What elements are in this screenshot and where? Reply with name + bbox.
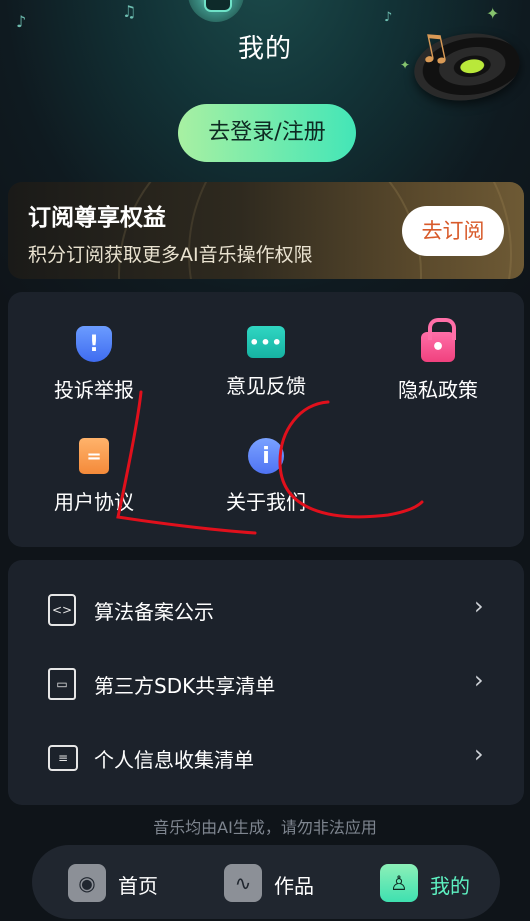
subscription-banner: 订阅尊享权益 积分订阅获取更多AI音乐操作权限 去订阅 bbox=[8, 182, 524, 279]
user-icon: ♙ bbox=[380, 864, 418, 902]
subscription-description: 积分订阅获取更多AI音乐操作权限 bbox=[28, 244, 313, 266]
subscription-title: 订阅尊享权益 bbox=[28, 205, 166, 231]
code-document-icon: <> bbox=[48, 594, 76, 626]
list-item-label: 第三方SDK共享清单 bbox=[94, 674, 276, 698]
grid-item-feedback[interactable]: ••• 意见反馈 bbox=[196, 326, 336, 399]
shield-alert-icon: ! bbox=[76, 326, 112, 362]
grid-item-label: 隐私政策 bbox=[398, 378, 478, 402]
page-title: 我的 bbox=[237, 34, 292, 64]
list-item-personal-info[interactable]: ≡ 个人信息收集清单 › bbox=[8, 722, 524, 795]
document-icon: = bbox=[79, 438, 109, 474]
list-item-label: 个人信息收集清单 bbox=[94, 748, 254, 772]
grid-item-about-us[interactable]: i 关于我们 bbox=[196, 438, 336, 515]
waveform-icon: ∿ bbox=[224, 864, 262, 902]
bottom-tab-bar: ◉ 首页 ∿ 作品 ♙ 我的 bbox=[32, 845, 500, 919]
grid-item-label: 意见反馈 bbox=[226, 374, 306, 398]
service-grid: ! 投诉举报 ••• 意见反馈 • 隐私政策 = 用户协议 i 关于我们 bbox=[8, 292, 524, 547]
sparkle-icon: ✦ bbox=[486, 4, 500, 23]
chat-bubble-icon: ••• bbox=[247, 326, 285, 358]
inbox-tray-icon: ▭ bbox=[48, 668, 76, 700]
grid-item-label: 关于我们 bbox=[226, 490, 306, 514]
info-icon: i bbox=[248, 438, 284, 474]
grid-item-label: 用户协议 bbox=[54, 490, 134, 514]
ai-disclaimer: 音乐均由AI生成，请勿非法应用 bbox=[153, 818, 377, 837]
login-register-button[interactable]: 去登录/注册 bbox=[178, 104, 356, 162]
lock-icon: • bbox=[421, 318, 456, 362]
chevron-right-icon: › bbox=[474, 592, 484, 620]
grid-item-complaint[interactable]: ! 投诉举报 bbox=[24, 326, 164, 403]
info-list: <> 算法备案公示 › ▭ 第三方SDK共享清单 › ≡ 个人信息收集清单 › bbox=[8, 560, 524, 805]
list-item-algorithm-filing[interactable]: <> 算法备案公示 › bbox=[8, 574, 524, 647]
list-item-third-party-sdk[interactable]: ▭ 第三方SDK共享清单 › bbox=[8, 648, 524, 721]
id-card-icon: ≡ bbox=[48, 745, 78, 771]
grid-item-label: 投诉举报 bbox=[54, 378, 134, 402]
chevron-right-icon: › bbox=[474, 740, 484, 768]
music-note-icon: ♪ bbox=[384, 10, 393, 25]
list-item-label: 算法备案公示 bbox=[94, 600, 214, 624]
subscribe-button[interactable]: 去订阅 bbox=[402, 206, 504, 256]
home-disc-icon: ◉ bbox=[68, 864, 106, 902]
tab-label: 首页 bbox=[118, 874, 158, 898]
chevron-right-icon: › bbox=[474, 666, 484, 694]
tab-label: 作品 bbox=[274, 874, 314, 898]
music-note-icon: ♫ bbox=[122, 2, 137, 21]
grid-item-privacy[interactable]: • 隐私政策 bbox=[368, 318, 508, 403]
grid-item-user-agreement[interactable]: = 用户协议 bbox=[24, 438, 164, 515]
tab-label: 我的 bbox=[430, 874, 470, 898]
